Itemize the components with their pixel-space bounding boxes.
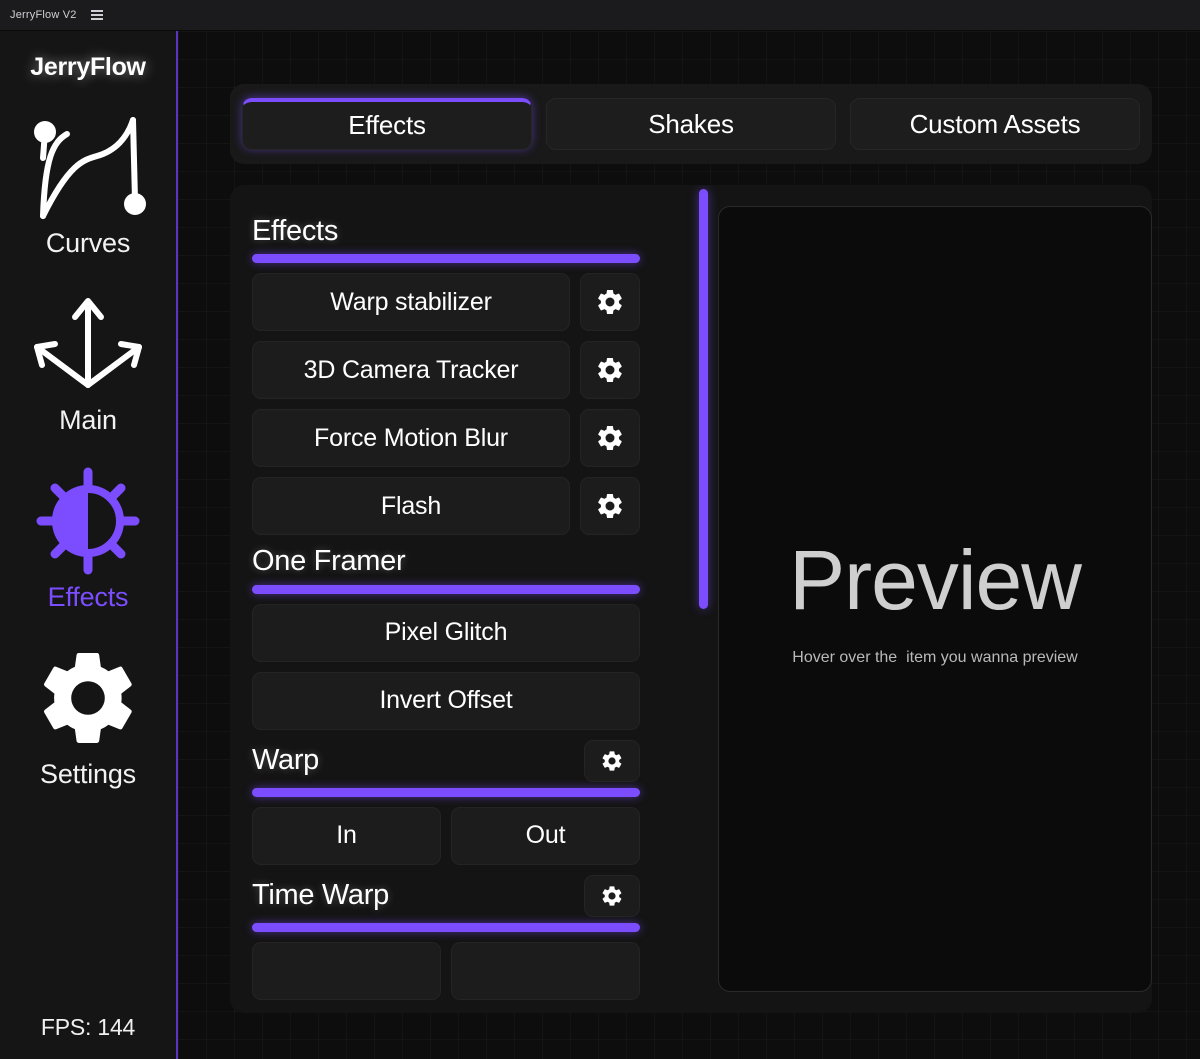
sidebar-nav: Curves Main [0,108,176,816]
sidebar-item-label: Curves [46,228,130,259]
effect-force-motion-blur[interactable]: Force Motion Blur [252,409,570,467]
section-rule [252,585,640,594]
list-item: Invert Offset [252,672,640,730]
section-title: Effects [252,215,338,248]
tab-effects[interactable]: Effects [242,98,532,150]
section-header-time-warp: Time Warp [252,875,640,917]
brand-logo: JerryFlow [30,53,145,82]
hamburger-menu-icon[interactable] [91,10,103,20]
section-title: Warp [252,744,319,777]
effect-flash[interactable]: Flash [252,477,570,535]
preview-panel: Preview Hover over the item you wanna pr… [718,206,1152,992]
fps-counter: FPS: 144 [0,1014,176,1041]
preview-column: Preview Hover over the item you wanna pr… [722,185,1152,1013]
sidebar-item-label: Settings [40,759,136,790]
section-title: One Framer [252,545,405,578]
tab-shakes[interactable]: Shakes [546,98,836,150]
brightness-sun-icon [23,462,153,580]
tab-custom-assets[interactable]: Custom Assets [850,98,1140,150]
preview-subtitle: Hover over the item you wanna preview [792,649,1077,667]
effect-invert-offset[interactable]: Invert Offset [252,672,640,730]
list-item: In Out [252,807,640,865]
list-item: Warp stabilizer [252,273,640,331]
sidebar-item-settings[interactable]: Settings [0,639,176,790]
list-item: Pixel Glitch [252,604,640,662]
list-item: 3D Camera Tracker [252,341,640,399]
bezier-curve-icon [23,108,153,226]
main-stage: Effects Shakes Custom Assets Effects [178,31,1200,1059]
list-item [252,942,640,1000]
preview-title: Preview [789,532,1081,629]
gear-icon[interactable] [580,341,640,399]
content-card: Effects Warp stabilizer 3D Camera Tracke… [230,185,1152,1013]
title-bar: JerryFlow V2 [0,0,1200,31]
effects-list-scrollbar[interactable] [697,185,711,1013]
effects-list: Effects Warp stabilizer 3D Camera Tracke… [252,215,640,1000]
section-header-effects: Effects [252,215,640,248]
effect-warp-stabilizer[interactable]: Warp stabilizer [252,273,570,331]
app-body: JerryFlow Curves [0,31,1200,1059]
sidebar-item-label: Main [59,405,117,436]
effect-3d-camera-tracker[interactable]: 3D Camera Tracker [252,341,570,399]
gear-icon[interactable] [584,875,640,917]
section-rule [252,254,640,263]
app-title: JerryFlow V2 [10,9,77,21]
warp-out-button[interactable]: Out [451,807,640,865]
sidebar-item-curves[interactable]: Curves [0,108,176,259]
sidebar-item-label: Effects [48,582,129,613]
tab-label: Custom Assets [910,109,1081,140]
time-warp-option-1[interactable] [252,942,441,1000]
gear-icon[interactable] [580,273,640,331]
gear-icon[interactable] [584,740,640,782]
list-item: Force Motion Blur [252,409,640,467]
sidebar: JerryFlow Curves [0,31,178,1059]
section-header-warp: Warp [252,740,640,782]
scrollbar-thumb[interactable] [699,189,708,609]
tab-label: Effects [348,110,426,141]
list-item: Flash [252,477,640,535]
tab-bar: Effects Shakes Custom Assets [230,84,1152,164]
gear-icon[interactable] [580,409,640,467]
effect-pixel-glitch[interactable]: Pixel Glitch [252,604,640,662]
effects-list-column: Effects Warp stabilizer 3D Camera Tracke… [230,185,676,1013]
time-warp-option-2[interactable] [451,942,640,1000]
section-header-one-framer: One Framer [252,545,640,578]
tab-label: Shakes [648,109,734,140]
sidebar-item-main[interactable]: Main [0,285,176,436]
section-rule [252,923,640,932]
section-title: Time Warp [252,879,389,912]
section-rule [252,788,640,797]
gear-icon[interactable] [580,477,640,535]
gear-icon [29,639,147,757]
warp-in-button[interactable]: In [252,807,441,865]
sidebar-item-effects[interactable]: Effects [0,462,176,613]
three-arrows-icon [23,285,153,403]
